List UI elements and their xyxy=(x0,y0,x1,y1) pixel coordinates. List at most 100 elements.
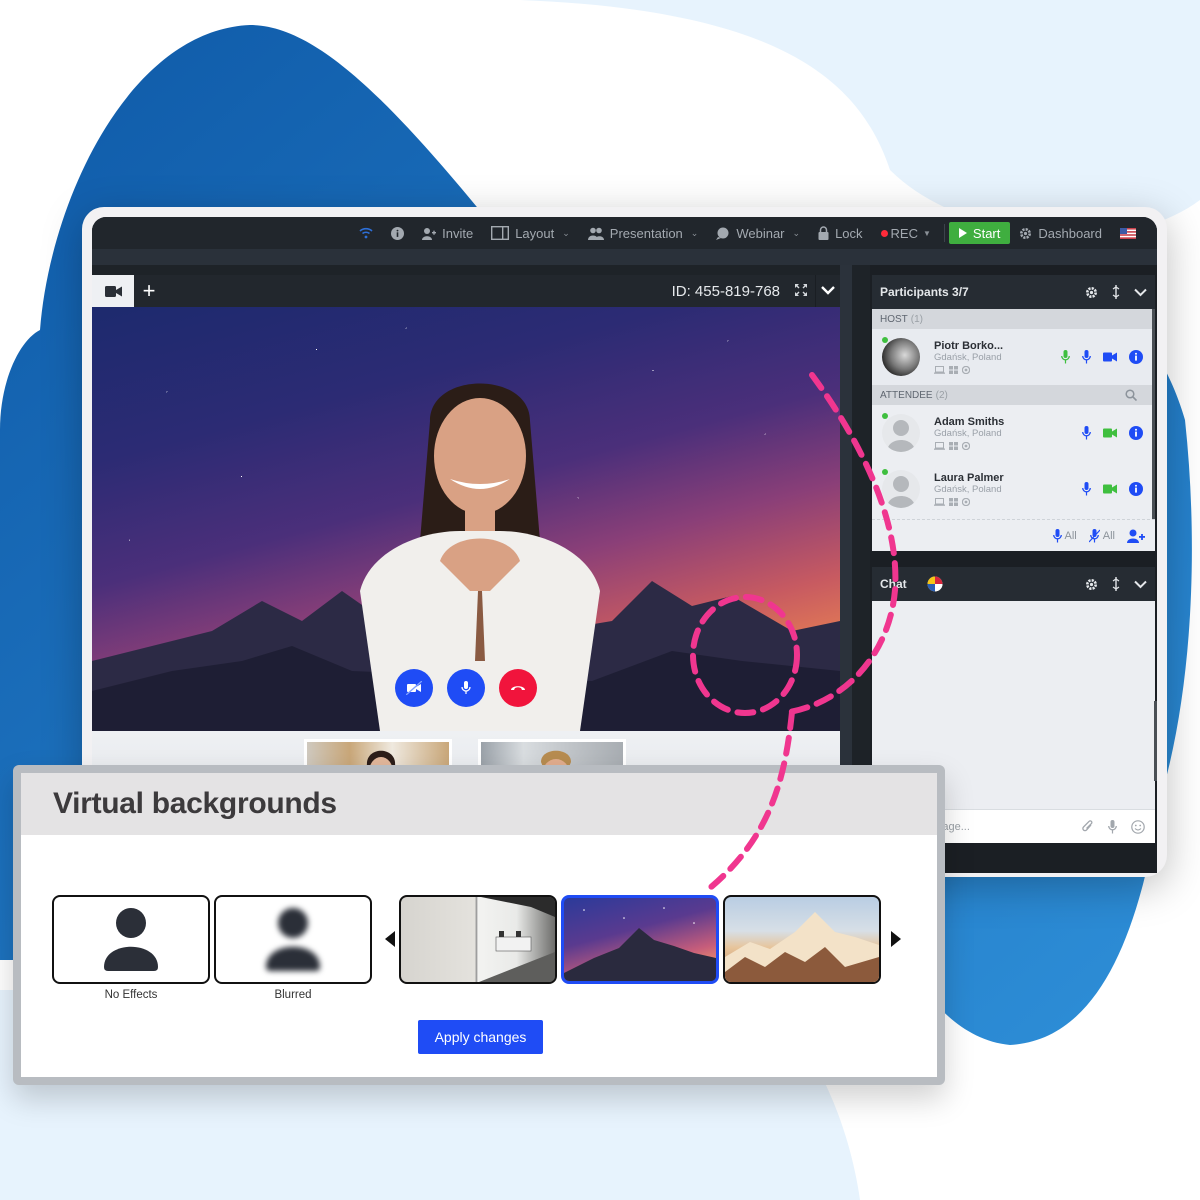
presentation-menu[interactable]: Presentation ⌄ xyxy=(579,217,708,249)
microphone-icon[interactable] xyxy=(1082,350,1091,364)
info-icon[interactable] xyxy=(1129,350,1143,364)
participant-row[interactable]: Adam Smiths Gdańsk, Poland xyxy=(872,405,1155,461)
carousel-prev-arrow-icon[interactable] xyxy=(385,931,395,947)
online-status-dot xyxy=(882,413,888,419)
gear-icon[interactable] xyxy=(1085,578,1098,591)
background-option-office[interactable] xyxy=(399,895,557,984)
participants-header: Participants 3/7 xyxy=(872,275,1155,309)
hang-up-button[interactable] xyxy=(499,669,537,707)
resize-handle-icon[interactable] xyxy=(1112,577,1120,591)
info-icon[interactable] xyxy=(1129,426,1143,440)
mute-all-button[interactable]: All xyxy=(1088,528,1115,543)
dialog-header: Virtual backgrounds xyxy=(21,773,937,835)
device-info xyxy=(934,441,1004,450)
chevron-down-icon[interactable] xyxy=(1134,580,1147,589)
microphone-button[interactable] xyxy=(447,669,485,707)
meeting-id: ID: 455-819-768 xyxy=(671,282,780,300)
language-flags-icon[interactable] xyxy=(927,576,943,592)
info-icon[interactable] xyxy=(1129,482,1143,496)
participants-scrollbar[interactable] xyxy=(1152,309,1155,519)
video-camera-icon[interactable] xyxy=(1103,484,1117,494)
video-tab-bar: + ID: 455-819-768 xyxy=(92,275,840,307)
microphone-icon[interactable] xyxy=(1082,482,1091,496)
video-camera-icon[interactable] xyxy=(1103,428,1117,438)
invite-label: Invite xyxy=(442,225,474,241)
attendee-group-count: (2) xyxy=(935,389,948,401)
video-camera-icon[interactable] xyxy=(1103,352,1117,362)
participant-location: Gdańsk, Poland xyxy=(934,427,1002,439)
carousel-next-arrow-icon[interactable] xyxy=(891,931,901,947)
wifi-status-button[interactable] xyxy=(350,217,382,249)
windows-icon xyxy=(949,365,958,374)
host-group-header: HOST (1) xyxy=(872,309,1155,329)
lock-button[interactable]: Lock xyxy=(809,217,871,249)
speaking-mic-icon[interactable] xyxy=(1061,350,1070,364)
background-option-alpine-peaks[interactable] xyxy=(723,895,881,984)
participant-row[interactable]: Piotr Borko... Gdańsk, Poland xyxy=(872,329,1155,385)
participant-location: Gdańsk, Poland xyxy=(934,351,1002,363)
windows-icon xyxy=(949,441,958,450)
layout-menu[interactable]: Layout ⌄ xyxy=(482,217,579,249)
add-tab-button[interactable]: + xyxy=(134,275,164,307)
emoji-icon[interactable] xyxy=(1131,820,1145,834)
mute-all-label: All xyxy=(1102,529,1115,542)
tab-divider xyxy=(815,275,816,307)
participant-name: Laura Palmer xyxy=(934,472,1004,485)
lock-icon xyxy=(818,226,829,240)
microphone-icon[interactable] xyxy=(1082,426,1091,440)
top-toolbar: Invite Layout ⌄ Presentation ⌄ Webinar ⌄ xyxy=(92,217,1157,249)
main-video-feed[interactable] xyxy=(92,307,840,731)
participant-name: Piotr Borko... xyxy=(934,340,1004,353)
avatar xyxy=(882,338,920,376)
background-option-blurred[interactable] xyxy=(214,895,372,984)
gear-icon[interactable] xyxy=(1085,286,1098,299)
fullscreen-icon[interactable] xyxy=(794,283,808,297)
default-avatar-icon xyxy=(887,476,915,508)
paperclip-icon[interactable] xyxy=(1082,820,1094,834)
hang-up-icon xyxy=(511,686,525,690)
start-button[interactable]: Start xyxy=(948,222,1011,244)
background-option-no-effects[interactable] xyxy=(52,895,210,984)
participant-row[interactable]: Laura Palmer Gdańsk, Poland xyxy=(872,461,1155,517)
webinar-menu[interactable]: Webinar ⌄ xyxy=(707,217,809,249)
attendee-group-label: ATTENDEE xyxy=(880,389,933,401)
invite-button[interactable]: Invite xyxy=(413,217,482,249)
apply-changes-button[interactable]: Apply changes xyxy=(418,1020,543,1054)
caret-down-icon: ▼ xyxy=(923,228,931,238)
rec-dot-icon xyxy=(880,229,888,237)
resize-handle-icon[interactable] xyxy=(1112,285,1120,299)
attendee-group-header: ATTENDEE (2) xyxy=(872,385,1155,405)
camera-off-button[interactable] xyxy=(395,669,433,707)
chat-title: Chat xyxy=(880,577,907,591)
language-selector[interactable] xyxy=(1111,217,1145,249)
avatar xyxy=(882,414,920,452)
microphone-icon[interactable] xyxy=(1108,820,1117,834)
chat-scrollbar[interactable] xyxy=(1154,701,1157,781)
device-info xyxy=(934,497,1004,506)
unmute-all-button[interactable]: All xyxy=(1052,528,1077,543)
us-flag-icon xyxy=(1120,227,1136,239)
record-menu[interactable]: REC ▼ xyxy=(872,217,940,249)
search-icon[interactable] xyxy=(1125,389,1137,401)
camera-off-icon xyxy=(406,681,422,695)
marketing-stage: Invite Layout ⌄ Presentation ⌄ Webinar ⌄ xyxy=(0,0,1200,1200)
option-label: No Effects xyxy=(104,989,158,1001)
dialog-title: Virtual backgrounds xyxy=(53,787,337,820)
wifi-icon xyxy=(359,227,373,239)
dashboard-label: Dashboard xyxy=(1038,225,1102,241)
chevron-down-icon: ⌄ xyxy=(792,227,801,238)
add-participant-icon[interactable] xyxy=(1127,529,1145,543)
background-option-night-mountain[interactable] xyxy=(561,895,719,984)
dashboard-button[interactable]: Dashboard xyxy=(1010,217,1111,249)
info-button[interactable] xyxy=(382,217,413,249)
chevron-down-icon[interactable] xyxy=(1134,288,1147,297)
participants-footer: All All xyxy=(872,519,1155,551)
default-avatar-icon xyxy=(887,420,915,452)
tab-camera[interactable] xyxy=(92,275,134,307)
avatar xyxy=(882,470,920,508)
chevron-down-icon[interactable] xyxy=(820,281,836,299)
chevron-down-icon: ⌄ xyxy=(690,227,699,238)
dialog-body: Virtual backgrounds No Effects Blurred A… xyxy=(21,773,937,1077)
video-camera-icon xyxy=(104,285,122,297)
microphone-icon xyxy=(461,681,471,694)
